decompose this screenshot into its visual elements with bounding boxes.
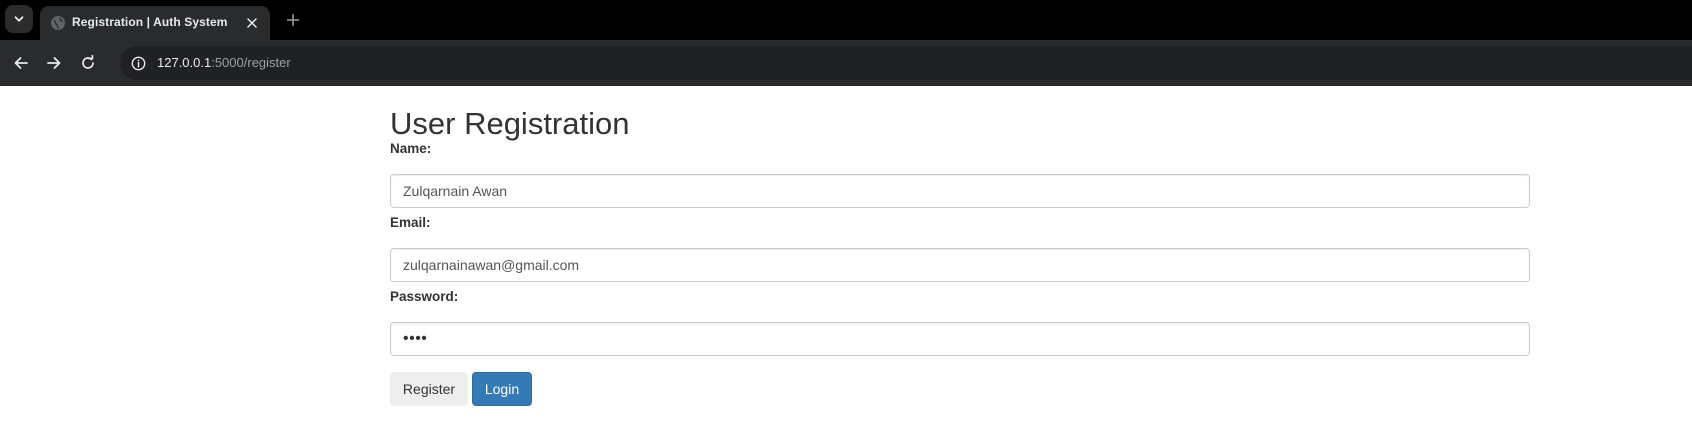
browser-toolbar: 127.0.0.1:5000/register	[0, 40, 1692, 86]
forward-button[interactable]	[42, 51, 66, 75]
plus-icon	[287, 14, 299, 26]
arrow-right-icon	[47, 57, 61, 69]
page-content: User Registration Name: Zulqarnain Awan …	[0, 86, 1692, 422]
name-input[interactable]: Zulqarnain Awan	[390, 174, 1530, 208]
url-host: 127.0.0.1	[157, 55, 212, 70]
register-button[interactable]: Register	[390, 372, 468, 406]
url-text[interactable]: 127.0.0.1:5000/register	[157, 55, 291, 70]
reload-icon	[82, 55, 94, 69]
info-icon	[131, 56, 145, 70]
tab-strip: Registration | Auth System	[0, 0, 1692, 40]
email-input[interactable]: zulqarnainawan@gmail.com	[390, 248, 1530, 282]
password-input[interactable]: ••••	[390, 322, 1530, 356]
page-title: User Registration	[390, 106, 630, 141]
address-bar[interactable]: 127.0.0.1:5000/register	[120, 46, 1692, 80]
reload-button[interactable]	[76, 51, 100, 75]
active-tab[interactable]: Registration | Auth System	[40, 6, 270, 40]
tab-close-button[interactable]	[242, 13, 262, 33]
arrow-left-icon	[14, 57, 28, 69]
email-label: Email:	[390, 215, 431, 230]
url-path: :5000/register	[211, 55, 291, 70]
new-tab-button[interactable]	[281, 8, 305, 32]
close-icon	[247, 18, 257, 28]
tab-search-button[interactable]	[5, 5, 33, 33]
login-button[interactable]: Login	[472, 372, 532, 406]
site-info-button[interactable]	[128, 53, 148, 73]
password-label: Password:	[390, 289, 459, 304]
globe-icon	[51, 16, 65, 30]
name-label: Name:	[390, 141, 432, 156]
tab-title: Registration | Auth System	[72, 15, 228, 29]
back-button[interactable]	[9, 51, 33, 75]
chevron-down-icon	[14, 16, 24, 22]
